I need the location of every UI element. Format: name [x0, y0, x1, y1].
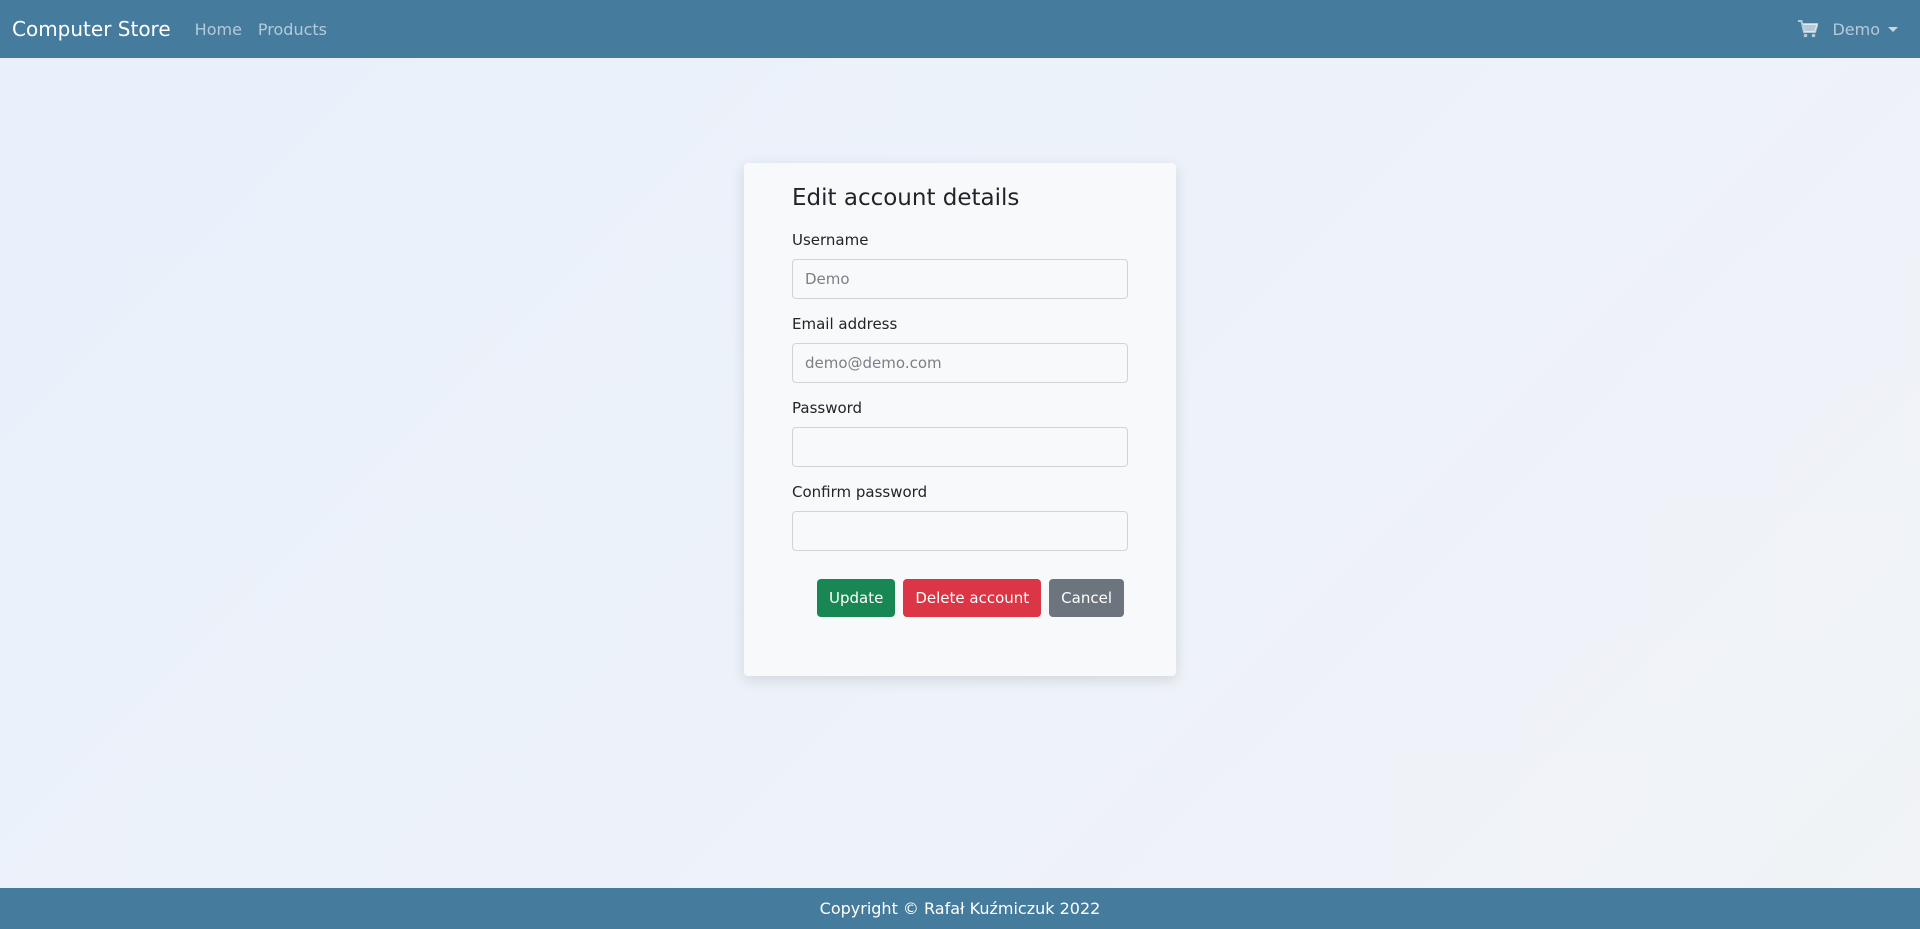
brand-link[interactable]: Computer Store — [12, 17, 171, 41]
form-actions: Update Delete account Cancel — [792, 579, 1128, 617]
page-title: Edit account details — [792, 185, 1020, 211]
confirm-password-input[interactable] — [792, 511, 1128, 551]
navbar-right: Demo — [1798, 20, 1908, 39]
nav-link-home[interactable]: Home — [195, 20, 242, 39]
email-group: Email address — [792, 315, 1128, 383]
password-input[interactable] — [792, 427, 1128, 467]
confirm-password-group: Confirm password — [792, 483, 1128, 551]
top-navbar: Computer Store Home Products Demo — [0, 0, 1920, 58]
user-dropdown-label: Demo — [1832, 19, 1880, 39]
username-group: Username — [792, 231, 1128, 299]
edit-account-card: Edit account details Username Email addr… — [744, 163, 1176, 676]
chevron-down-icon — [1888, 26, 1898, 32]
footer: Copyright © Rafał Kuźmiczuk 2022 — [0, 888, 1920, 929]
shopping-cart-icon[interactable] — [1798, 20, 1820, 38]
nav-link-products[interactable]: Products — [258, 20, 327, 39]
password-group: Password — [792, 399, 1128, 467]
username-label: Username — [792, 231, 869, 249]
username-input[interactable] — [792, 259, 1128, 299]
delete-account-button[interactable]: Delete account — [903, 579, 1042, 617]
copyright-text: Copyright © Rafał Kuźmiczuk 2022 — [819, 899, 1101, 918]
password-label: Password — [792, 399, 863, 417]
user-dropdown[interactable]: Demo — [1832, 20, 1898, 39]
cancel-button[interactable]: Cancel — [1049, 579, 1124, 617]
confirm-password-label: Confirm password — [792, 483, 928, 501]
email-label: Email address — [792, 315, 898, 333]
email-input[interactable] — [792, 343, 1128, 383]
update-button[interactable]: Update — [817, 579, 896, 617]
